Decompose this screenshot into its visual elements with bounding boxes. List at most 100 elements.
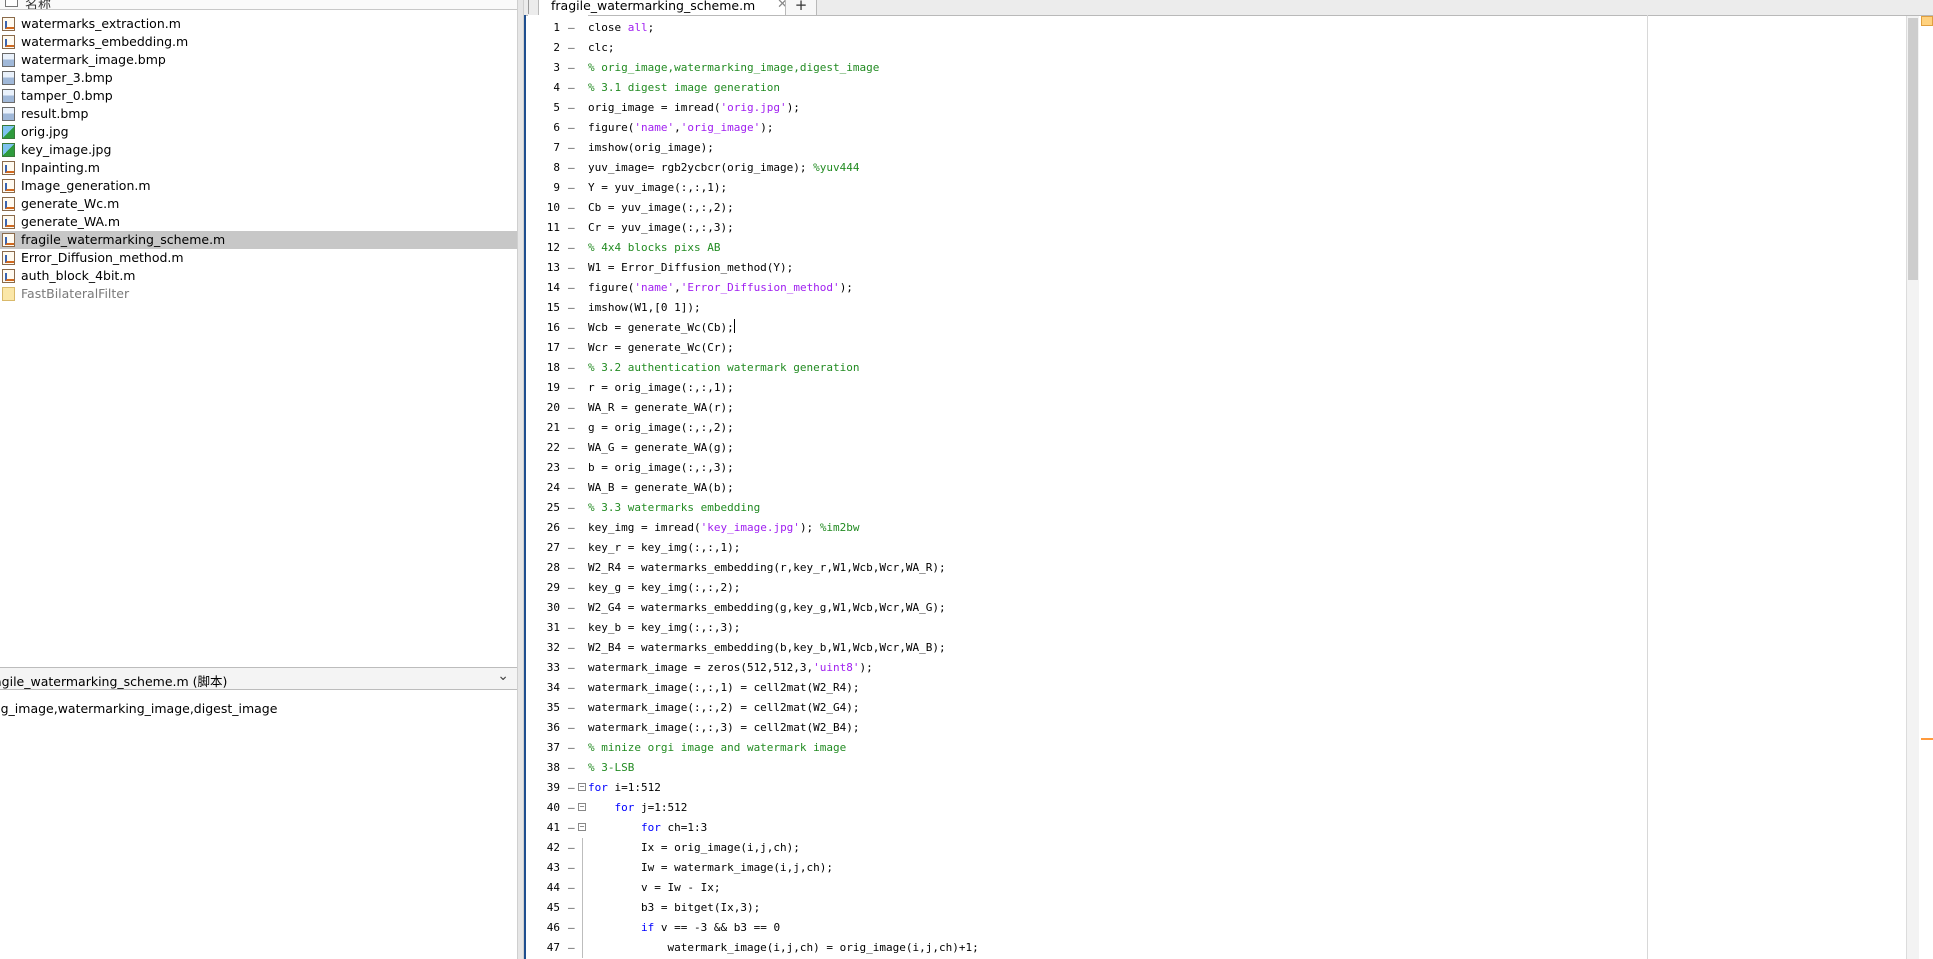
file-item[interactable]: watermarks_embedding.m [0, 33, 517, 51]
fold-toggle-icon[interactable]: − [578, 783, 586, 791]
line-number[interactable]: 3 [532, 58, 560, 78]
breakpoint-marker[interactable]: – [568, 378, 575, 398]
breakpoint-marker[interactable]: – [568, 798, 575, 818]
line-number[interactable]: 44 [532, 878, 560, 898]
line-number[interactable]: 41 [532, 818, 560, 838]
file-item[interactable]: watermarks_extraction.m [0, 15, 517, 33]
breakpoint-marker[interactable]: – [568, 658, 575, 678]
breakpoint-marker[interactable]: – [568, 78, 575, 98]
line-number[interactable]: 28 [532, 558, 560, 578]
breakpoint-marker[interactable]: – [568, 218, 575, 238]
line-number[interactable]: 47 [532, 938, 560, 958]
breakpoint-marker[interactable]: – [568, 758, 575, 778]
breakpoint-marker[interactable]: – [568, 678, 575, 698]
line-number[interactable]: 1 [532, 18, 560, 38]
line-number[interactable]: 35 [532, 698, 560, 718]
breakpoint-marker[interactable]: – [568, 778, 575, 798]
breakpoint-marker[interactable]: – [568, 278, 575, 298]
analyzer-status-icon[interactable] [1921, 16, 1933, 26]
line-number[interactable]: 29 [532, 578, 560, 598]
breakpoint-marker[interactable]: – [568, 818, 575, 838]
line-number[interactable]: 4 [532, 78, 560, 98]
breakpoint-marker[interactable]: – [568, 698, 575, 718]
line-number[interactable]: 30 [532, 598, 560, 618]
breakpoint-marker[interactable]: – [568, 618, 575, 638]
line-number[interactable]: 10 [532, 198, 560, 218]
new-tab-button[interactable]: + [785, 0, 817, 15]
line-number[interactable]: 20 [532, 398, 560, 418]
line-number[interactable]: 26 [532, 518, 560, 538]
breakpoint-marker[interactable]: – [568, 58, 575, 78]
line-number[interactable]: 31 [532, 618, 560, 638]
breakpoint-marker[interactable]: – [568, 258, 575, 278]
breakpoint-marker[interactable]: – [568, 118, 575, 138]
breakpoint-marker[interactable]: – [568, 598, 575, 618]
line-number[interactable]: 13 [532, 258, 560, 278]
breakpoint-marker[interactable]: – [568, 578, 575, 598]
line-number[interactable]: 7 [532, 138, 560, 158]
line-number[interactable]: 32 [532, 638, 560, 658]
breakpoint-marker[interactable]: – [568, 138, 575, 158]
line-number[interactable]: 40 [532, 798, 560, 818]
breakpoint-marker[interactable]: – [568, 38, 575, 58]
file-item[interactable]: generate_Wc.m [0, 195, 517, 213]
breakpoint-marker[interactable]: – [568, 358, 575, 378]
breakpoint-marker[interactable]: – [568, 838, 575, 858]
breakpoint-marker[interactable]: – [568, 518, 575, 538]
line-number[interactable]: 37 [532, 738, 560, 758]
breakpoint-marker[interactable]: – [568, 158, 575, 178]
line-number[interactable]: 22 [532, 438, 560, 458]
breakpoint-marker[interactable]: – [568, 398, 575, 418]
breakpoint-marker[interactable]: – [568, 418, 575, 438]
tab-fragile-watermarking-scheme[interactable]: fragile_watermarking_scheme.m ✕ [538, 0, 790, 15]
file-item[interactable]: FastBilateralFilter [0, 285, 517, 303]
chevron-down-icon[interactable]: ⌄ [497, 668, 509, 684]
select-all-checkbox[interactable] [5, 0, 18, 7]
breakpoint-marker[interactable]: – [568, 738, 575, 758]
file-item[interactable]: tamper_0.bmp [0, 87, 517, 105]
details-panel-header[interactable]: agile_watermarking_scheme.m (脚本) ⌄ [0, 667, 517, 690]
breakpoint-marker[interactable]: – [568, 198, 575, 218]
line-number[interactable]: 8 [532, 158, 560, 178]
breakpoint-marker[interactable]: – [568, 498, 575, 518]
line-number[interactable]: 23 [532, 458, 560, 478]
fold-toggle-icon[interactable]: − [578, 823, 586, 831]
line-number[interactable]: 12 [532, 238, 560, 258]
code-area[interactable]: 1– close all; 2– clc; 3–% orig_image,waterma… [524, 15, 1918, 959]
line-number[interactable]: 39 [532, 778, 560, 798]
breakpoint-marker[interactable]: – [568, 338, 575, 358]
breakpoint-marker[interactable]: – [568, 898, 575, 918]
scrollbar-thumb[interactable] [1908, 18, 1918, 280]
breakpoint-marker[interactable]: – [568, 18, 575, 38]
breakpoint-marker[interactable]: – [568, 638, 575, 658]
breakpoint-marker[interactable]: – [568, 718, 575, 738]
line-number[interactable]: 16 [532, 318, 560, 338]
vertical-scrollbar[interactable] [1906, 16, 1919, 959]
line-number[interactable]: 42 [532, 838, 560, 858]
file-item[interactable]: key_image.jpg [0, 141, 517, 159]
file-item[interactable]: tamper_3.bmp [0, 69, 517, 87]
breakpoint-marker[interactable]: – [568, 938, 575, 958]
line-number[interactable]: 6 [532, 118, 560, 138]
line-number[interactable]: 33 [532, 658, 560, 678]
breakpoint-marker[interactable]: – [568, 178, 575, 198]
breakpoint-marker[interactable]: – [568, 538, 575, 558]
fold-toggle-icon[interactable]: − [578, 803, 586, 811]
breakpoint-marker[interactable]: – [568, 918, 575, 938]
line-number[interactable]: 18 [532, 358, 560, 378]
panel-splitter[interactable] [517, 0, 524, 959]
file-item[interactable]: result.bmp [0, 105, 517, 123]
file-item[interactable]: generate_WA.m [0, 213, 517, 231]
line-number[interactable]: 21 [532, 418, 560, 438]
line-number[interactable]: 27 [532, 538, 560, 558]
line-number[interactable]: 25 [532, 498, 560, 518]
line-number[interactable]: 14 [532, 278, 560, 298]
breakpoint-marker[interactable]: – [568, 858, 575, 878]
breakpoint-marker[interactable]: – [568, 298, 575, 318]
breakpoint-marker[interactable]: – [568, 318, 575, 338]
file-item[interactable]: watermark_image.bmp [0, 51, 517, 69]
line-number[interactable]: 17 [532, 338, 560, 358]
line-number[interactable]: 46 [532, 918, 560, 938]
file-item[interactable]: Error_Diffusion_method.m [0, 249, 517, 267]
line-number[interactable]: 45 [532, 898, 560, 918]
